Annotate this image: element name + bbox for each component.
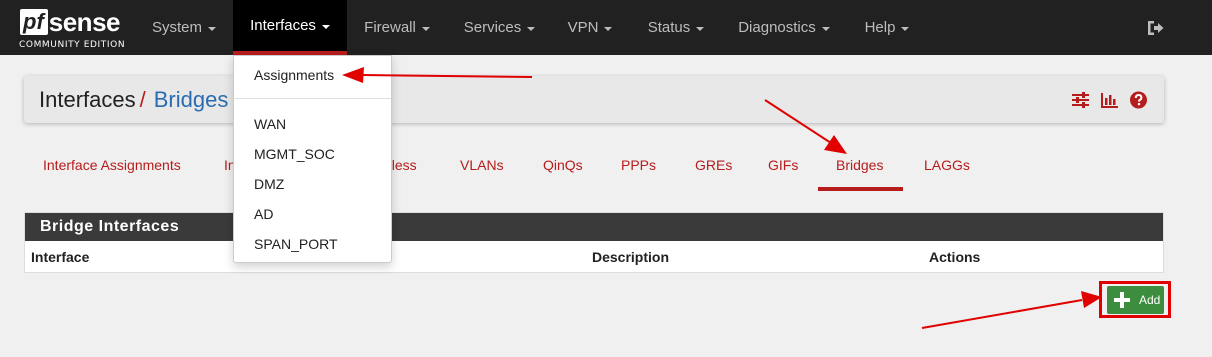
nav-help[interactable]: Help xyxy=(855,0,919,55)
tab-ppps[interactable]: PPPs xyxy=(621,157,656,173)
caret-down-icon xyxy=(821,26,830,31)
menu-item-mgmt-soc[interactable]: MGMT_SOC xyxy=(254,146,335,162)
breadcrumb: Interfaces / Bridges xyxy=(39,87,228,113)
menu-item-dmz[interactable]: DMZ xyxy=(254,176,284,192)
nav-diagnostics-label: Diagnostics xyxy=(738,19,816,36)
menu-divider xyxy=(234,98,391,99)
tab-gifs[interactable]: GIFs xyxy=(768,157,798,173)
nav-diagnostics[interactable]: Diagnostics xyxy=(730,0,838,55)
breadcrumb-current[interactable]: Bridges xyxy=(154,87,229,112)
caret-down-icon xyxy=(208,26,216,31)
nav-vpn[interactable]: VPN xyxy=(560,0,620,55)
breadcrumb-root[interactable]: Interfaces xyxy=(39,87,136,112)
column-header-interface: Interface xyxy=(31,249,90,265)
caret-down-icon xyxy=(421,26,430,31)
caret-down-icon xyxy=(901,26,910,31)
nav-help-label: Help xyxy=(864,19,896,36)
logo-pf: pf xyxy=(20,9,48,35)
menu-item-assignments[interactable]: Assignments xyxy=(254,67,334,83)
tab-interface-assignments[interactable]: Interface Assignments xyxy=(43,157,181,173)
bridge-interfaces-panel: Bridge Interfaces Interface Description … xyxy=(24,212,1164,273)
menu-item-ad[interactable]: AD xyxy=(254,206,273,222)
help-icon[interactable] xyxy=(1129,91,1148,109)
nav-status[interactable]: Status xyxy=(638,0,714,55)
nav-vpn-label: VPN xyxy=(567,19,599,36)
breadcrumb-panel: Interfaces / Bridges xyxy=(24,76,1164,123)
caret-down-icon xyxy=(604,26,613,31)
nav-system[interactable]: System xyxy=(140,0,228,55)
interfaces-dropdown-menu: Assignments WAN MGMT_SOC DMZ AD SPAN_POR… xyxy=(233,55,392,263)
menu-item-wan[interactable]: WAN xyxy=(254,116,286,132)
plus-icon xyxy=(1114,292,1130,308)
add-button[interactable]: Add xyxy=(1107,286,1164,314)
menu-item-span-port[interactable]: SPAN_PORT xyxy=(254,236,338,252)
tab-bridges[interactable]: Bridges xyxy=(836,157,883,173)
breadcrumb-icons xyxy=(1071,91,1148,109)
tab-qinqs[interactable]: QinQs xyxy=(543,157,583,173)
logo-sense: sense xyxy=(48,7,121,37)
panel-title: Bridge Interfaces xyxy=(40,218,180,235)
nav-status-label: Status xyxy=(647,19,691,36)
logo-edition: COMMUNITY EDITION xyxy=(19,40,126,50)
active-tab-indicator xyxy=(818,187,903,191)
nav-system-label: System xyxy=(151,19,202,36)
nav-firewall-label: Firewall xyxy=(364,19,416,36)
nav-interfaces[interactable]: Interfaces xyxy=(233,0,347,55)
column-header-description: Description xyxy=(592,249,670,265)
nav-services-label: Services xyxy=(463,19,522,36)
column-header-actions: Actions xyxy=(929,249,981,265)
caret-down-icon xyxy=(527,26,536,31)
top-navbar: pf sense COMMUNITY EDITION System Interf… xyxy=(0,0,1212,55)
tab-laggs[interactable]: LAGGs xyxy=(924,157,970,173)
nav-interfaces-label: Interfaces xyxy=(250,17,316,34)
caret-down-icon xyxy=(696,26,705,31)
tab-gres[interactable]: GREs xyxy=(695,157,732,173)
caret-down-icon xyxy=(321,24,330,29)
arrow-to-add-button xyxy=(921,291,1102,329)
logout-icon[interactable] xyxy=(1145,18,1165,38)
pfsense-logo[interactable]: pf sense COMMUNITY EDITION xyxy=(18,5,128,51)
bar-chart-icon[interactable] xyxy=(1100,91,1119,109)
nav-services[interactable]: Services xyxy=(452,0,547,55)
nav-firewall[interactable]: Firewall xyxy=(353,0,441,55)
tab-vlans[interactable]: VLANs xyxy=(460,157,504,173)
add-button-label: Add xyxy=(1139,293,1161,307)
breadcrumb-separator: / xyxy=(139,87,146,112)
sliders-icon[interactable] xyxy=(1071,91,1090,109)
panel-heading: Bridge Interfaces xyxy=(25,213,1163,241)
